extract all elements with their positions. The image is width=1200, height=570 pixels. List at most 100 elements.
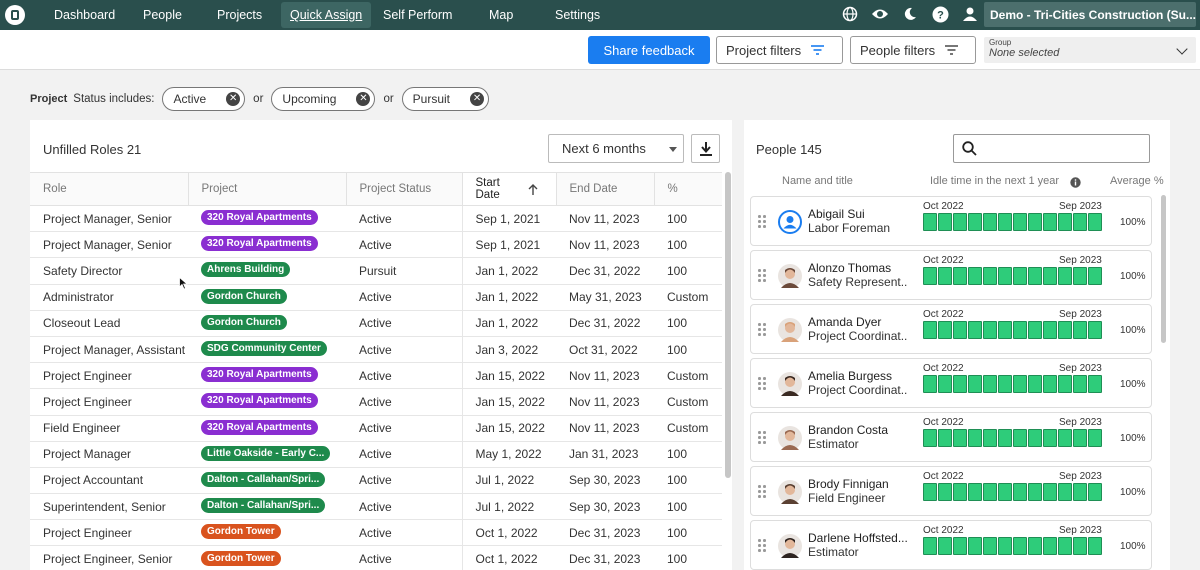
nav-quick-assign[interactable]: Quick Assign: [281, 2, 372, 28]
idle-month-bar[interactable]: [968, 213, 982, 231]
table-row[interactable]: Project Engineer 320 Royal Apartments Acti…: [30, 388, 722, 416]
chip-active[interactable]: Active ✕: [162, 87, 246, 111]
moon-icon[interactable]: [900, 4, 920, 24]
idle-month-bar[interactable]: [1088, 321, 1102, 339]
idle-month-bar[interactable]: [1088, 429, 1102, 447]
idle-month-bar[interactable]: [923, 483, 937, 501]
idle-month-bar[interactable]: [923, 429, 937, 447]
remove-chip-icon[interactable]: ✕: [470, 92, 485, 106]
tenant-selector[interactable]: Demo - Tri-Cities Construction (Su...: [984, 2, 1196, 27]
idle-month-bar[interactable]: [983, 267, 997, 285]
drag-handle-icon[interactable]: [758, 215, 766, 228]
idle-month-bar[interactable]: [998, 483, 1012, 501]
project-tag[interactable]: 320 Royal Apartments: [201, 367, 318, 383]
info-icon[interactable]: [1070, 177, 1081, 188]
project-tag[interactable]: Gordon Church: [201, 314, 287, 330]
col-role[interactable]: Role: [30, 172, 189, 206]
project-tag[interactable]: Gordon Church: [201, 288, 287, 304]
nav-map[interactable]: Map: [480, 2, 522, 28]
idle-month-bar[interactable]: [968, 267, 982, 285]
nav-settings[interactable]: Settings: [546, 2, 609, 28]
table-row[interactable]: Field Engineer 320 Royal Apartments Active…: [30, 415, 722, 442]
idle-month-bar[interactable]: [1088, 483, 1102, 501]
project-tag[interactable]: 320 Royal Apartments: [201, 393, 318, 409]
drag-handle-icon[interactable]: [758, 431, 766, 444]
eye-icon[interactable]: [870, 4, 890, 24]
download-button[interactable]: [691, 134, 720, 163]
app-logo[interactable]: [5, 5, 25, 25]
roles-scrollbar[interactable]: [725, 172, 731, 478]
chip-upcoming[interactable]: Upcoming ✕: [271, 87, 376, 111]
table-row[interactable]: Project Accountant Dalton - Callahan/Spri…: [30, 467, 722, 495]
project-tag[interactable]: SDG Community Center: [201, 341, 327, 357]
idle-month-bar[interactable]: [983, 537, 997, 555]
idle-month-bar[interactable]: [1028, 483, 1042, 501]
idle-month-bar[interactable]: [1043, 483, 1057, 501]
drag-handle-icon[interactable]: [758, 323, 766, 336]
idle-month-bar[interactable]: [953, 213, 967, 231]
idle-month-bar[interactable]: [1013, 213, 1027, 231]
project-tag[interactable]: Ahrens Building: [201, 262, 291, 278]
drag-handle-icon[interactable]: [758, 269, 766, 282]
nav-self-perform[interactable]: Self Perform: [374, 2, 461, 28]
idle-month-bar[interactable]: [938, 483, 952, 501]
idle-month-bar[interactable]: [1073, 267, 1087, 285]
idle-month-bar[interactable]: [1043, 537, 1057, 555]
idle-month-bar[interactable]: [983, 483, 997, 501]
chip-pursuit[interactable]: Pursuit ✕: [401, 87, 490, 111]
idle-month-bar[interactable]: [953, 267, 967, 285]
globe-icon[interactable]: [840, 4, 860, 24]
idle-month-bar[interactable]: [923, 375, 937, 393]
project-tag[interactable]: Gordon Tower: [201, 524, 281, 540]
person-card[interactable]: Darlene Hoffsted... Estimator Oct 2022 Sep …: [750, 520, 1152, 570]
idle-month-bar[interactable]: [1013, 429, 1027, 447]
project-tag[interactable]: Little Oakside - Early C...: [201, 445, 331, 461]
col-start-date[interactable]: Start Date: [462, 172, 557, 206]
idle-month-bar[interactable]: [983, 375, 997, 393]
idle-month-bar[interactable]: [953, 483, 967, 501]
idle-month-bar[interactable]: [983, 213, 997, 231]
table-row[interactable]: Administrator Gordon Church Active Jan 1, 2…: [30, 284, 722, 311]
idle-month-bar[interactable]: [1088, 375, 1102, 393]
idle-month-bar[interactable]: [968, 537, 982, 555]
col-project[interactable]: Project: [188, 172, 347, 206]
nav-projects[interactable]: Projects: [208, 2, 271, 28]
table-row[interactable]: Project Manager, Senior 320 Royal Apartme…: [30, 231, 722, 259]
idle-month-bar[interactable]: [968, 429, 982, 447]
project-tag[interactable]: 320 Royal Apartments: [201, 210, 318, 226]
idle-month-bar[interactable]: [1058, 267, 1072, 285]
idle-month-bar[interactable]: [1028, 213, 1042, 231]
idle-month-bar[interactable]: [923, 537, 937, 555]
idle-month-bar[interactable]: [953, 375, 967, 393]
group-select[interactable]: Group None selected: [984, 37, 1196, 63]
table-row[interactable]: Project Manager, Assistant SDG Community …: [30, 336, 722, 364]
idle-month-bar[interactable]: [938, 321, 952, 339]
table-row[interactable]: Closeout Lead Gordon Church Active Jan 1, 2…: [30, 310, 722, 337]
idle-month-bar[interactable]: [1028, 537, 1042, 555]
table-row[interactable]: Project Manager Little Oakside - Early C.…: [30, 441, 722, 468]
idle-month-bar[interactable]: [953, 321, 967, 339]
idle-month-bar[interactable]: [983, 321, 997, 339]
idle-month-bar[interactable]: [998, 537, 1012, 555]
person-card[interactable]: Amanda Dyer Project Coordinat... Oct 2022 S…: [750, 304, 1152, 354]
share-feedback-button[interactable]: Share feedback: [588, 36, 710, 64]
idle-month-bar[interactable]: [1028, 321, 1042, 339]
idle-month-bar[interactable]: [1043, 429, 1057, 447]
nav-people[interactable]: People: [134, 2, 191, 28]
project-filters-button[interactable]: Project filters: [716, 36, 843, 64]
table-row[interactable]: Project Manager, Senior 320 Royal Apartme…: [30, 205, 722, 233]
idle-month-bar[interactable]: [1058, 321, 1072, 339]
idle-month-bar[interactable]: [1088, 213, 1102, 231]
idle-month-bar[interactable]: [1043, 375, 1057, 393]
idle-month-bar[interactable]: [1073, 213, 1087, 231]
time-range-select[interactable]: Next 6 months: [548, 134, 684, 163]
idle-month-bar[interactable]: [1013, 483, 1027, 501]
idle-month-bar[interactable]: [998, 213, 1012, 231]
idle-month-bar[interactable]: [938, 375, 952, 393]
drag-handle-icon[interactable]: [758, 377, 766, 390]
idle-month-bar[interactable]: [998, 267, 1012, 285]
people-search-input[interactable]: [953, 134, 1150, 163]
idle-month-bar[interactable]: [983, 429, 997, 447]
idle-month-bar[interactable]: [923, 267, 937, 285]
idle-month-bar[interactable]: [938, 429, 952, 447]
